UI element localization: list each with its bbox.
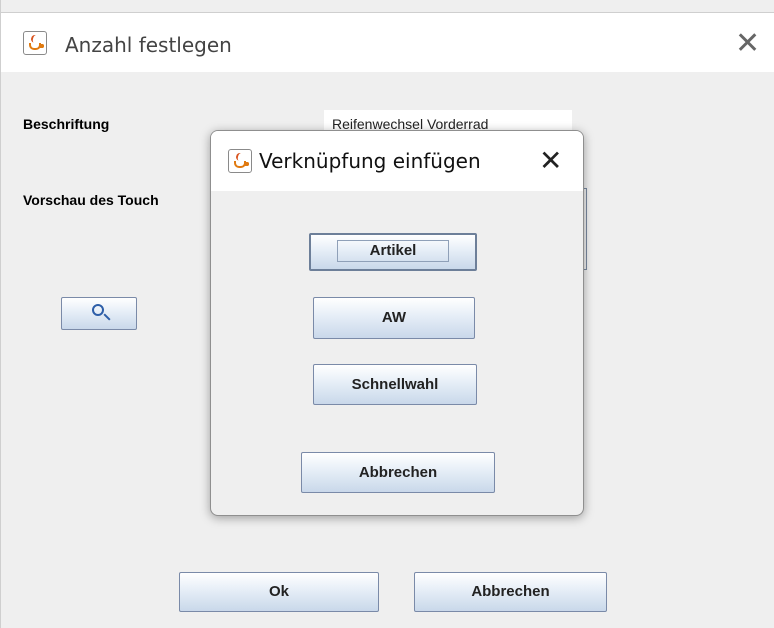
dialog-titlebar: Verknüpfung einfügen ✕	[211, 131, 583, 191]
beschriftung-label: Beschriftung	[23, 116, 110, 132]
window-title: Anzahl festlegen	[65, 33, 232, 57]
verknuepfung-dialog: Verknüpfung einfügen ✕ Artikel AW Schnel…	[210, 130, 584, 516]
search-button[interactable]	[61, 297, 137, 330]
dialog-close-icon[interactable]: ✕	[539, 147, 562, 175]
vorschau-label: Vorschau des Touch	[23, 192, 159, 208]
java-cup-icon	[23, 31, 47, 55]
schnellwahl-button[interactable]: Schnellwahl	[313, 364, 477, 405]
ok-button[interactable]: Ok	[179, 572, 379, 612]
dialog-cancel-button[interactable]: Abbrechen	[301, 452, 495, 493]
aw-button[interactable]: AW	[313, 297, 475, 339]
dialog-title: Verknüpfung einfügen	[259, 149, 481, 173]
artikel-button-label: Artikel	[337, 240, 449, 262]
window-titlebar: Anzahl festlegen ✕	[1, 12, 774, 72]
java-cup-icon	[228, 149, 252, 173]
close-icon[interactable]: ✕	[735, 29, 760, 59]
artikel-button[interactable]: Artikel	[309, 233, 477, 271]
cancel-button[interactable]: Abbrechen	[414, 572, 607, 612]
